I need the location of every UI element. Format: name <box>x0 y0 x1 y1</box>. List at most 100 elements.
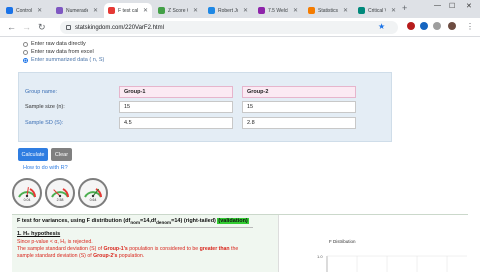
browser-tab[interactable]: Critical Valu ✕ <box>354 3 400 18</box>
summary-input-panel: Group name: Sample size (n): Sample SD (… <box>18 72 392 142</box>
page-content: Enter raw data directly Enter raw data f… <box>0 37 480 272</box>
tab-title: Control <box>16 7 33 14</box>
gauge-value: 0.64 <box>89 198 97 202</box>
result-line: The sample standard deviation (S) of Gro… <box>17 246 238 252</box>
results-title-text: =14,df <box>140 218 157 224</box>
window-close-icon[interactable]: ✕ <box>466 2 472 10</box>
browser-tab[interactable]: Robert Joh ✕ <box>204 3 252 18</box>
sample-size-label: Sample size (n): <box>25 104 65 110</box>
tab-favicon-icon <box>108 7 115 14</box>
tab-favicon-icon <box>56 7 63 14</box>
result-line: sample standard deviation (S) of Group-2… <box>17 253 144 259</box>
browser-tab-active[interactable]: F test calcu ✕ <box>104 3 152 18</box>
option-summarized[interactable]: Enter summarized data ( n, S) <box>23 57 104 63</box>
sample-sd-label: Sample SD (S): <box>25 120 64 126</box>
effect-size-gauge: 0.64 <box>78 178 108 208</box>
statistic-gauge: 2.58 <box>45 178 75 208</box>
gauge-value: 2.58 <box>56 198 64 202</box>
group1-sd-input[interactable]: 4.5 <box>119 117 233 129</box>
results-title: F test for variances, using F distributi… <box>17 218 249 225</box>
option-raw-direct[interactable]: Enter raw data directly <box>23 41 86 47</box>
divider <box>17 227 253 228</box>
group1-n-input[interactable]: 15 <box>119 101 233 113</box>
radio-button[interactable] <box>23 41 28 47</box>
tab-favicon-icon <box>208 7 215 14</box>
bookmark-star-icon[interactable]: ★ <box>378 22 385 31</box>
browser-tab[interactable]: Z Score Ca ✕ <box>154 3 202 18</box>
radio-label: Enter raw data directly <box>31 41 86 47</box>
tab-title: Robert Joh <box>218 7 238 14</box>
close-icon[interactable]: ✕ <box>243 7 248 14</box>
tab-title: Z Score Ca <box>168 7 188 14</box>
chart-canvas <box>326 255 467 272</box>
tab-title: Statistics 31 <box>318 7 338 14</box>
result-text-bold: Group-2's <box>93 253 118 259</box>
results-title-text: F test for variances, using F distributi… <box>17 218 131 224</box>
clear-button[interactable]: Clear <box>51 148 72 161</box>
result-line: Since p-value < α, H₀ is rejected. <box>17 239 93 245</box>
results-title-sub: denom <box>156 220 172 226</box>
group-name-label: Group name: <box>25 89 58 95</box>
close-icon[interactable]: ✕ <box>37 7 42 14</box>
reload-icon[interactable]: ↻ <box>38 21 46 33</box>
extension-icon[interactable] <box>407 22 415 30</box>
close-icon[interactable]: ✕ <box>193 7 198 14</box>
profile-avatar-icon[interactable] <box>448 22 456 30</box>
close-icon[interactable]: ✕ <box>93 7 98 14</box>
forward-icon[interactable]: → <box>22 21 31 33</box>
calculate-button[interactable]: Calculate <box>18 148 48 161</box>
browser-tab[interactable]: Control ✕ <box>2 3 50 18</box>
browser-tab[interactable]: 7.5 Welch t ✕ <box>254 3 302 18</box>
group2-name-input[interactable]: Group-2 <box>242 86 356 98</box>
f-distribution-chart: F Distribution 1.0 <box>278 215 468 272</box>
gauge-dial-icon <box>18 187 36 198</box>
tab-favicon-icon <box>308 7 315 14</box>
results-panel: F test for variances, using F distributi… <box>12 214 468 272</box>
close-icon[interactable]: ✕ <box>391 7 396 14</box>
results-title-text: =14) (right-tailed) <box>171 218 218 224</box>
validation-link[interactable]: (validation) <box>217 218 249 224</box>
tab-title: 7.5 Welch t <box>268 7 288 14</box>
radio-label: Enter raw data from excel <box>31 49 94 55</box>
new-tab-icon[interactable]: + <box>402 4 407 13</box>
browser-tab-strip: Control ✕ Numerade ✕ F test calcu ✕ Z Sc… <box>0 0 480 18</box>
minimize-icon[interactable]: — <box>434 2 441 9</box>
browser-toolbar: ← → ↻ statskingdom.com/220VarF2.html ★ ⋮ <box>0 18 480 37</box>
address-bar[interactable]: statskingdom.com/220VarF2.html <box>60 21 398 34</box>
result-text: sample standard deviation (S) of <box>17 253 94 259</box>
result-text: population. <box>117 253 145 259</box>
gauge-dial-icon <box>51 188 69 198</box>
tab-favicon-icon <box>358 7 365 14</box>
result-text-bold: Group-1's <box>103 246 128 252</box>
back-icon[interactable]: ← <box>7 21 16 33</box>
tab-favicon-icon <box>6 7 13 14</box>
close-icon[interactable]: ✕ <box>343 7 348 14</box>
browser-tab[interactable]: Statistics 31 ✕ <box>304 3 352 18</box>
results-title-sub: nom <box>130 220 141 226</box>
radio-label: Enter summarized data ( n, S) <box>31 57 105 63</box>
extensions-puzzle-icon[interactable] <box>433 22 441 30</box>
option-raw-excel[interactable]: Enter raw data from excel <box>23 49 94 55</box>
tab-title: F test calcu <box>118 7 138 14</box>
browser-tab[interactable]: Numerade ✕ <box>52 3 102 18</box>
extension-icon[interactable] <box>420 22 428 30</box>
tab-title: Numerade <box>66 7 88 14</box>
close-icon[interactable]: ✕ <box>143 7 148 14</box>
tab-title: Critical Valu <box>368 7 386 14</box>
result-text: the <box>229 246 239 252</box>
group2-sd-input[interactable]: 2.8 <box>242 117 356 129</box>
result-gauges: 0.04 2.58 0.64 <box>12 178 112 209</box>
url-text: statskingdom.com/220VarF2.html <box>75 24 164 31</box>
radio-button-selected[interactable] <box>23 57 28 63</box>
menu-dots-icon[interactable]: ⋮ <box>466 21 474 33</box>
close-icon[interactable]: ✕ <box>293 7 298 14</box>
maximize-icon[interactable]: ☐ <box>449 2 455 10</box>
how-to-r-link[interactable]: How to do with R? <box>23 165 68 171</box>
group1-name-input[interactable]: Group-1 <box>119 86 233 98</box>
tab-favicon-icon <box>258 7 265 14</box>
result-text: population is considered to be <box>127 246 200 252</box>
p-value-gauge: 0.04 <box>12 178 42 208</box>
radio-button[interactable] <box>23 49 28 55</box>
gauge-value: 0.04 <box>23 198 31 202</box>
group2-n-input[interactable]: 15 <box>242 101 356 113</box>
